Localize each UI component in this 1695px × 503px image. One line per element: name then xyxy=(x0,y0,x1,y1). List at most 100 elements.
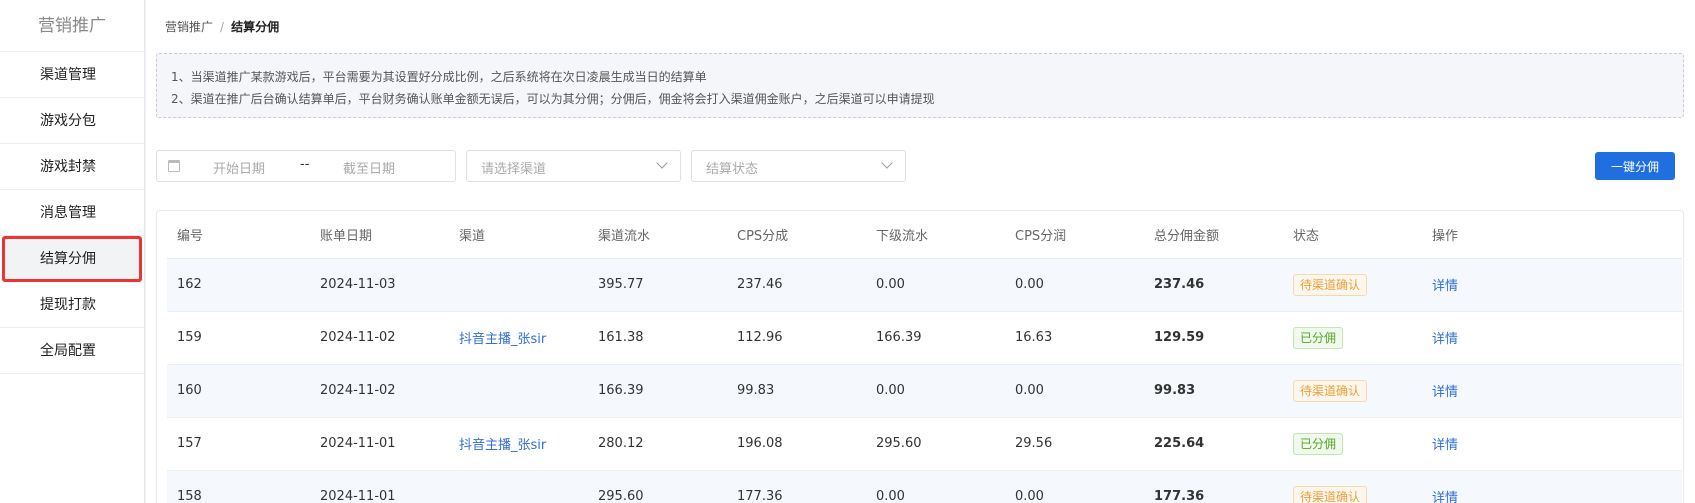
cell-channel xyxy=(449,258,588,312)
sidebar-brand: 营销推广 xyxy=(0,0,144,52)
sidebar-item-global-config[interactable]: 全局配置 xyxy=(0,328,144,374)
status-select[interactable]: 结算状态 xyxy=(691,150,906,182)
cell-total: 225.64 xyxy=(1144,417,1283,471)
cell-cps-share: 112.96 xyxy=(727,311,866,365)
cell-status: 待渠道确认 xyxy=(1283,258,1422,312)
cell-channel: 抖音主播_张sir xyxy=(449,417,588,471)
breadcrumb: 营销推广 / 结算分佣 xyxy=(165,18,279,35)
channel-link[interactable]: 抖音主播_张sir xyxy=(459,438,546,453)
detail-link[interactable]: 详情 xyxy=(1432,385,1458,400)
cell-id: 160 xyxy=(167,364,310,418)
sidebar-item-game-ban[interactable]: 游戏封禁 xyxy=(0,144,144,190)
table-row: 162 2024-11-03 395.77 237.46 0.00 0.00 2… xyxy=(167,258,1682,312)
cell-cps-profit: 0.00 xyxy=(1005,364,1144,418)
table-row: 160 2024-11-02 166.39 99.83 0.00 0.00 99… xyxy=(167,364,1682,418)
batch-commission-button[interactable]: 一键分佣 xyxy=(1595,152,1675,180)
header-status: 状态 xyxy=(1283,211,1422,259)
status-badge: 已分佣 xyxy=(1293,326,1344,349)
breadcrumb-current: 结算分佣 xyxy=(231,20,280,34)
cell-date: 2024-11-02 xyxy=(310,311,449,365)
cell-operation: 详情 xyxy=(1422,258,1682,312)
cell-cps-profit: 0.00 xyxy=(1005,258,1144,312)
detail-link[interactable]: 详情 xyxy=(1432,491,1458,503)
cell-flow: 280.12 xyxy=(588,417,727,471)
detail-link[interactable]: 详情 xyxy=(1432,332,1458,347)
cell-cps-share: 177.36 xyxy=(727,470,866,503)
sidebar: 营销推广 渠道管理 游戏分包 游戏封禁 消息管理 结算分佣 提现打款 全局配置 xyxy=(0,0,145,503)
header-sub-flow: 下级流水 xyxy=(866,211,1005,259)
cell-date: 2024-11-02 xyxy=(310,364,449,418)
cell-operation: 详情 xyxy=(1422,470,1682,503)
notice-line-2: 2、渠道在推广后台确认结算单后，平台财务确认账单金额无误后，可以为其分佣；分佣后… xyxy=(171,92,935,106)
cell-sub-flow: 0.00 xyxy=(866,470,1005,503)
cell-total: 237.46 xyxy=(1144,258,1283,312)
cell-channel: 抖音主播_张sir xyxy=(449,311,588,365)
cell-channel xyxy=(449,470,588,503)
sidebar-item-game-packaging[interactable]: 游戏分包 xyxy=(0,98,144,144)
cell-total: 177.36 xyxy=(1144,470,1283,503)
status-badge: 待渠道确认 xyxy=(1293,379,1368,402)
table-row: 157 2024-11-01 抖音主播_张sir 280.12 196.08 2… xyxy=(167,417,1682,471)
cell-total: 99.83 xyxy=(1144,364,1283,418)
detail-link[interactable]: 详情 xyxy=(1432,279,1458,294)
table-header-row: 编号 账单日期 渠道 渠道流水 CPS分成 下级流水 CPS分润 总分佣金额 状… xyxy=(167,211,1682,259)
settlement-table: 编号 账单日期 渠道 渠道流水 CPS分成 下级流水 CPS分润 总分佣金额 状… xyxy=(167,211,1682,503)
header-cps-profit: CPS分润 xyxy=(1005,211,1144,259)
status-select-placeholder: 结算状态 xyxy=(706,162,759,177)
settlement-table-card: 编号 账单日期 渠道 渠道流水 CPS分成 下级流水 CPS分润 总分佣金额 状… xyxy=(156,210,1684,503)
cell-operation: 详情 xyxy=(1422,417,1682,471)
date-range-picker[interactable]: 开始日期 -- 截至日期 xyxy=(156,150,456,182)
cell-flow: 161.38 xyxy=(588,311,727,365)
cell-total: 129.59 xyxy=(1144,311,1283,365)
chevron-down-icon xyxy=(881,157,893,169)
header-id: 编号 xyxy=(167,211,310,259)
main-content: 营销推广 / 结算分佣 1、当渠道推广某款游戏后，平台需要为其设置好分成比例，之后系… xyxy=(146,0,1695,503)
sidebar-item-withdrawal-payment[interactable]: 提现打款 xyxy=(0,282,144,328)
cell-sub-flow: 0.00 xyxy=(866,258,1005,312)
cell-cps-share: 99.83 xyxy=(727,364,866,418)
cell-sub-flow: 0.00 xyxy=(866,364,1005,418)
cell-sub-flow: 295.60 xyxy=(866,417,1005,471)
cell-cps-profit: 29.56 xyxy=(1005,417,1144,471)
cell-flow: 395.77 xyxy=(588,258,727,312)
cell-cps-share: 237.46 xyxy=(727,258,866,312)
sidebar-item-settlement-commission[interactable]: 结算分佣 xyxy=(2,236,142,282)
notice-box: 1、当渠道推广某款游戏后，平台需要为其设置好分成比例，之后系统将在次日凌晨生成当… xyxy=(156,53,1684,118)
header-channel: 渠道 xyxy=(449,211,588,259)
cell-id: 162 xyxy=(167,258,310,312)
detail-link[interactable]: 详情 xyxy=(1432,438,1458,453)
calendar-icon xyxy=(168,160,180,172)
header-channel-flow: 渠道流水 xyxy=(588,211,727,259)
channel-select[interactable]: 请选择渠道 xyxy=(466,150,681,182)
status-badge: 待渠道确认 xyxy=(1293,273,1368,296)
cell-status: 待渠道确认 xyxy=(1283,470,1422,503)
cell-date: 2024-11-01 xyxy=(310,417,449,471)
cell-date: 2024-11-01 xyxy=(310,470,449,503)
cell-cps-share: 196.08 xyxy=(727,417,866,471)
cell-flow: 166.39 xyxy=(588,364,727,418)
chevron-down-icon xyxy=(656,157,668,169)
cell-id: 159 xyxy=(167,311,310,365)
notice-line-1: 1、当渠道推广某款游戏后，平台需要为其设置好分成比例，之后系统将在次日凌晨生成当… xyxy=(171,70,707,84)
header-bill-date: 账单日期 xyxy=(310,211,449,259)
cell-cps-profit: 16.63 xyxy=(1005,311,1144,365)
sidebar-item-channel-management[interactable]: 渠道管理 xyxy=(0,52,144,98)
date-range-separator: -- xyxy=(300,157,310,172)
cell-sub-flow: 166.39 xyxy=(866,311,1005,365)
breadcrumb-parent[interactable]: 营销推广 xyxy=(165,20,213,34)
channel-link[interactable]: 抖音主播_张sir xyxy=(459,332,546,347)
end-date-input[interactable]: 截至日期 xyxy=(343,158,395,177)
cell-channel xyxy=(449,364,588,418)
cell-operation: 详情 xyxy=(1422,311,1682,365)
cell-flow: 295.60 xyxy=(588,470,727,503)
cell-cps-profit: 0.00 xyxy=(1005,470,1144,503)
header-operation: 操作 xyxy=(1422,211,1682,259)
start-date-input[interactable]: 开始日期 xyxy=(213,158,265,177)
header-cps-share: CPS分成 xyxy=(727,211,866,259)
table-row: 158 2024-11-01 295.60 177.36 0.00 0.00 1… xyxy=(167,470,1682,503)
cell-date: 2024-11-03 xyxy=(310,258,449,312)
cell-id: 158 xyxy=(167,470,310,503)
status-badge: 待渠道确认 xyxy=(1293,485,1368,503)
sidebar-item-message-management[interactable]: 消息管理 xyxy=(0,190,144,236)
table-row: 159 2024-11-02 抖音主播_张sir 161.38 112.96 1… xyxy=(167,311,1682,365)
